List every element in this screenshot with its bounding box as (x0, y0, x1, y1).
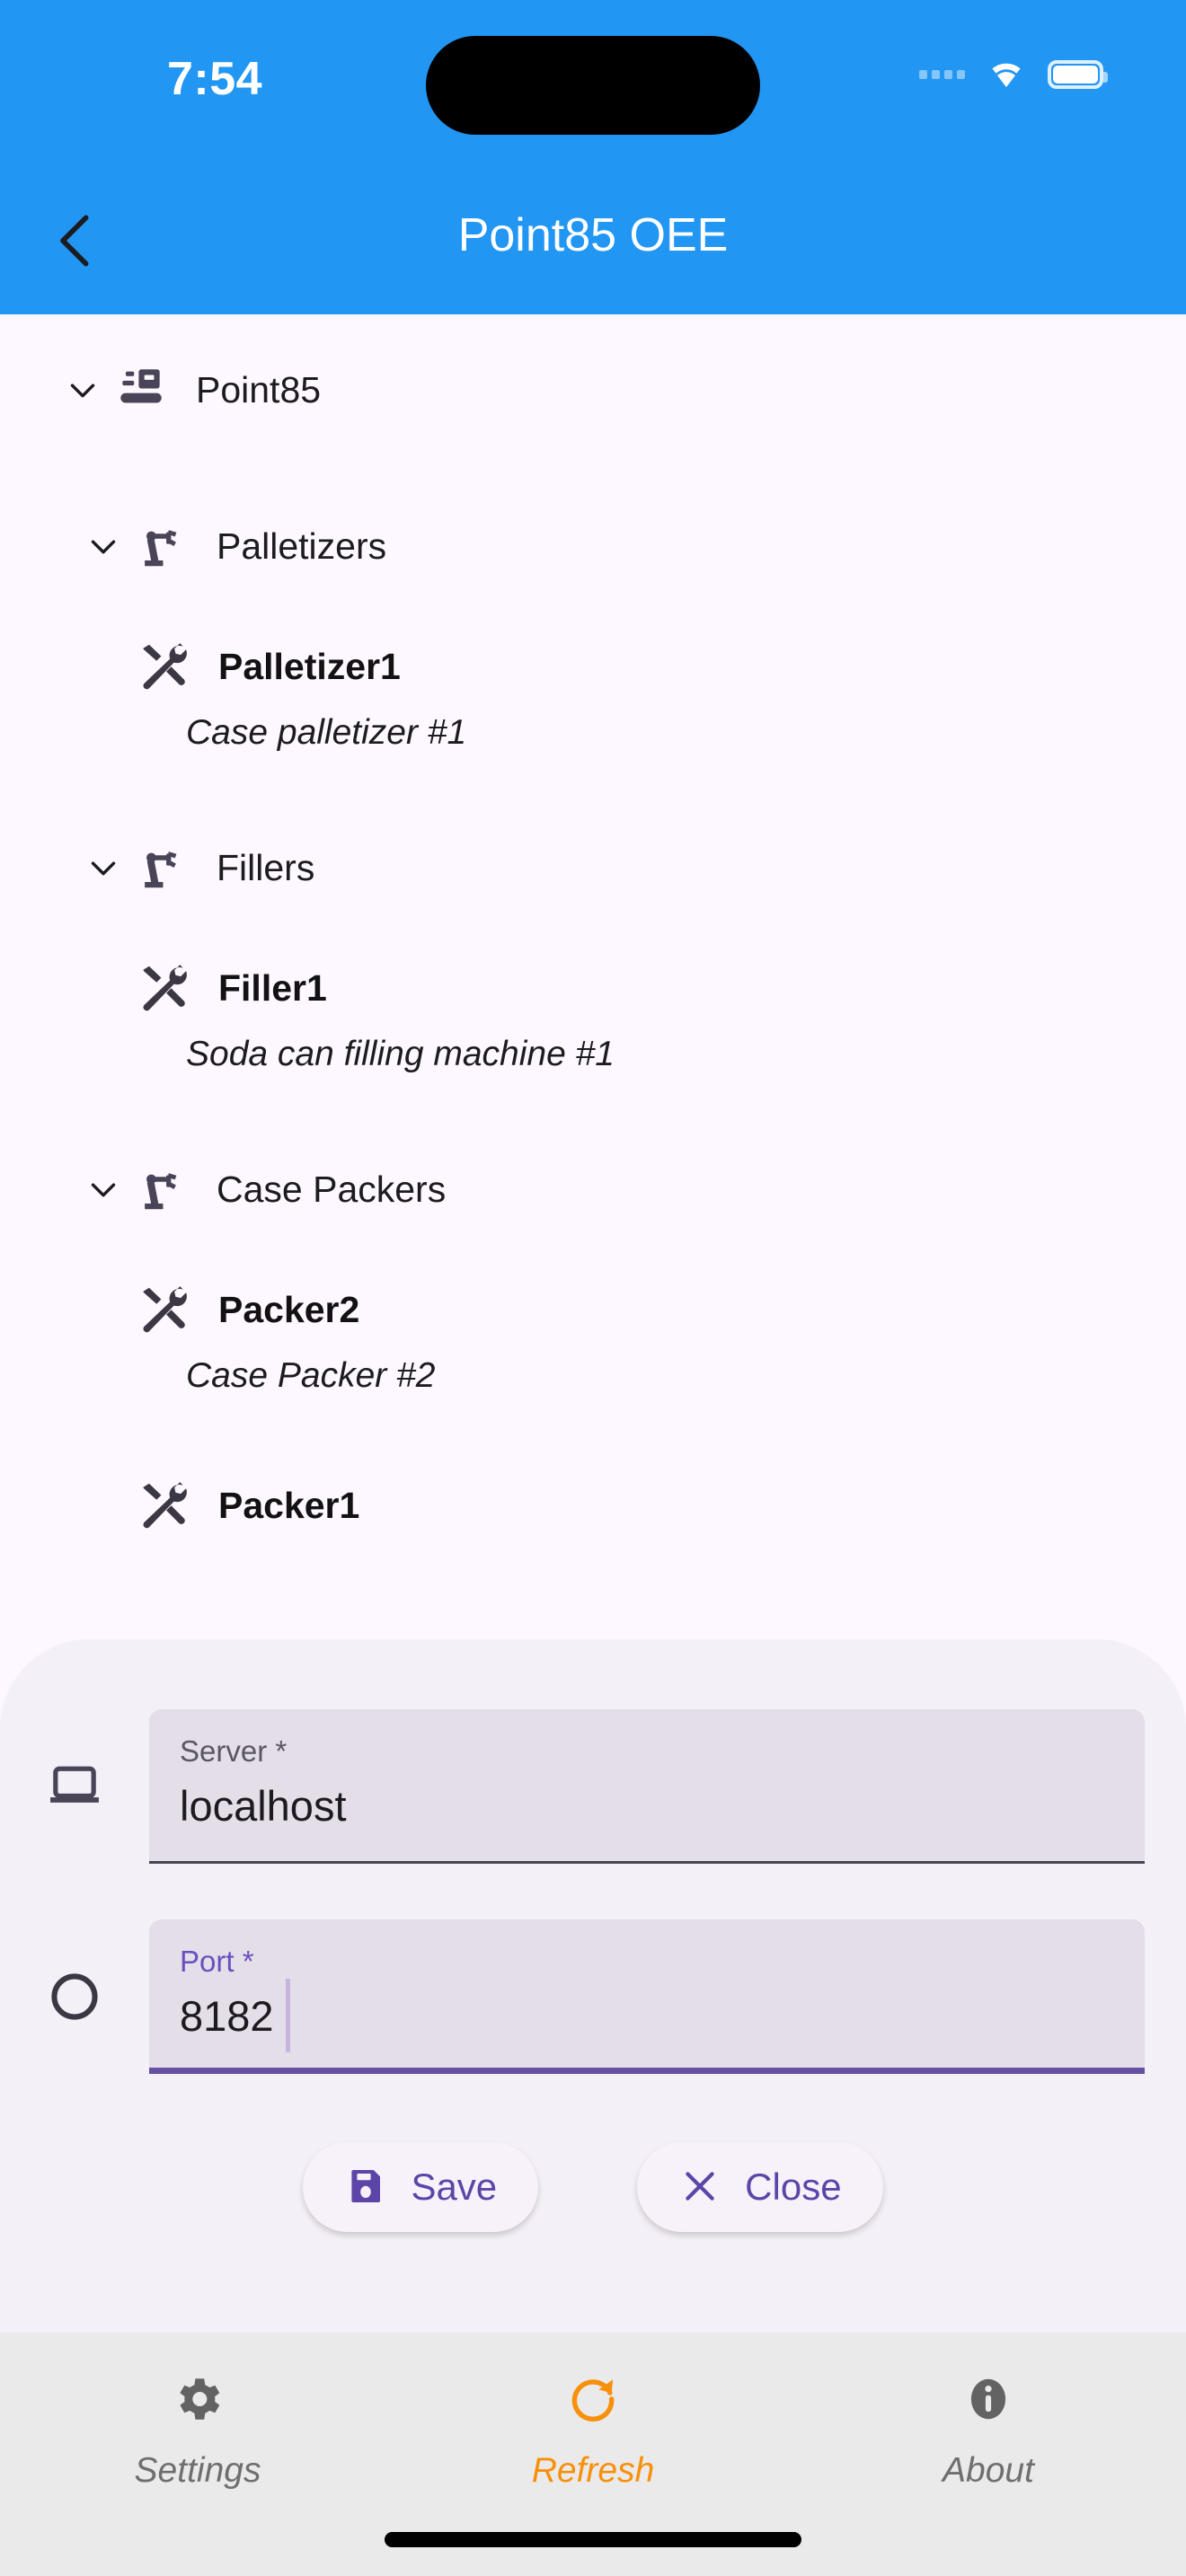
tools-icon (132, 1282, 195, 1337)
save-floppy-icon (344, 2165, 387, 2210)
server-underline (149, 1861, 1145, 1864)
server-label: Server * (180, 1734, 288, 1768)
wifi-icon (983, 54, 1030, 94)
tools-icon (132, 639, 195, 694)
tree-node-label: Point85 (196, 368, 322, 410)
save-button[interactable]: Save (303, 2142, 539, 2232)
tools-icon (132, 960, 195, 1016)
close-button[interactable]: Close (637, 2142, 883, 2232)
tree-node-description-row: Soda can filling machine #1 (0, 1035, 1186, 1074)
circle-icon (0, 1967, 149, 2026)
robot-arm-icon (130, 520, 193, 572)
tree-node-description: Soda can filling machine #1 (186, 1035, 615, 1073)
tree-node-label: Case Packers (217, 1168, 447, 1210)
tree-node-label: Palletizers (217, 525, 387, 567)
tree-node-description-row: Case palletizer #1 (0, 713, 1186, 753)
text-caret (286, 1979, 290, 2052)
tree-node-description: Case palletizer #1 (186, 713, 467, 752)
tree-node-packer2[interactable]: Packer2 (0, 1265, 1186, 1354)
status-indicators (919, 54, 1108, 94)
tree-node-label: Palletizer1 (218, 645, 401, 687)
nav-item-refresh-label: Refresh (531, 2451, 655, 2490)
refresh-icon (565, 2367, 621, 2431)
port-underline (149, 2068, 1145, 2074)
robot-arm-icon (130, 1163, 193, 1215)
dynamic-island (426, 36, 760, 135)
chevron-down-icon[interactable] (76, 1162, 130, 1216)
tools-icon (132, 1478, 195, 1533)
tree-node-palletizer1[interactable]: Palletizer1 (0, 622, 1186, 711)
home-indicator[interactable] (385, 2532, 801, 2547)
status-time: 7:54 (167, 53, 263, 105)
tree-node-case-packers[interactable]: Case Packers (0, 1139, 1186, 1239)
gear-icon (170, 2367, 226, 2431)
tree-node-description-row: Case Packer #2 (0, 1356, 1186, 1396)
tree-node-fillers[interactable]: Fillers (0, 817, 1186, 918)
port-input[interactable]: Port * 8182 (149, 1919, 1145, 2074)
port-value: 8182 (180, 1992, 274, 2040)
nav-item-settings[interactable]: Settings (0, 2333, 395, 2576)
robot-arm-icon (130, 842, 193, 894)
tree-node-filler1[interactable]: Filler1 (0, 943, 1186, 1033)
status-bar: 7:54 (0, 0, 1186, 171)
tree-node-label: Packer1 (218, 1484, 360, 1526)
tree-node-label: Filler1 (218, 966, 327, 1009)
chevron-down-icon[interactable] (76, 519, 130, 573)
tree-node-label: Fillers (217, 846, 315, 888)
server-value: localhost (180, 1782, 347, 1830)
save-button-label: Save (411, 2166, 498, 2208)
connection-settings-sheet: Server * localhost Port * 8182 Save Clos… (0, 1639, 1186, 2333)
server-input[interactable]: Server * localhost (149, 1709, 1145, 1864)
port-field-row: Port * 8182 (0, 1919, 1186, 2074)
nav-item-about-label: About (943, 2451, 1034, 2490)
nav-item-about[interactable]: About (791, 2333, 1186, 2576)
port-label: Port * (180, 1945, 254, 1978)
production-line-icon (110, 362, 173, 418)
page-title: Point85 OEE (457, 209, 729, 261)
tree-node-description: Case Packer #2 (186, 1356, 436, 1395)
chevron-down-icon[interactable] (76, 841, 130, 895)
nav-item-settings-label: Settings (134, 2451, 261, 2490)
server-field-row: Server * localhost (0, 1709, 1186, 1864)
tree-node-palletizers[interactable]: Palletizers (0, 496, 1186, 596)
tree-node-packer1[interactable]: Packer1 (0, 1460, 1186, 1550)
app-screen: 7:54 Point85 OEE Point85 Palletizers Pal… (0, 0, 1186, 2576)
close-button-label: Close (745, 2166, 842, 2208)
battery-icon (1048, 59, 1108, 89)
sheet-action-row: Save Close (0, 2142, 1186, 2232)
chevron-down-icon[interactable] (56, 363, 110, 417)
asset-tree[interactable]: Point85 Palletizers Palletizer1 Case pal… (0, 314, 1186, 1644)
tree-node-point85[interactable]: Point85 (0, 340, 1186, 440)
app-bar: Point85 OEE (0, 171, 1186, 314)
close-x-icon (678, 2165, 721, 2210)
info-icon (960, 2367, 1016, 2431)
laptop-icon (0, 1757, 149, 1816)
signal-dots-icon (919, 69, 965, 79)
tree-node-label: Packer2 (218, 1288, 360, 1330)
